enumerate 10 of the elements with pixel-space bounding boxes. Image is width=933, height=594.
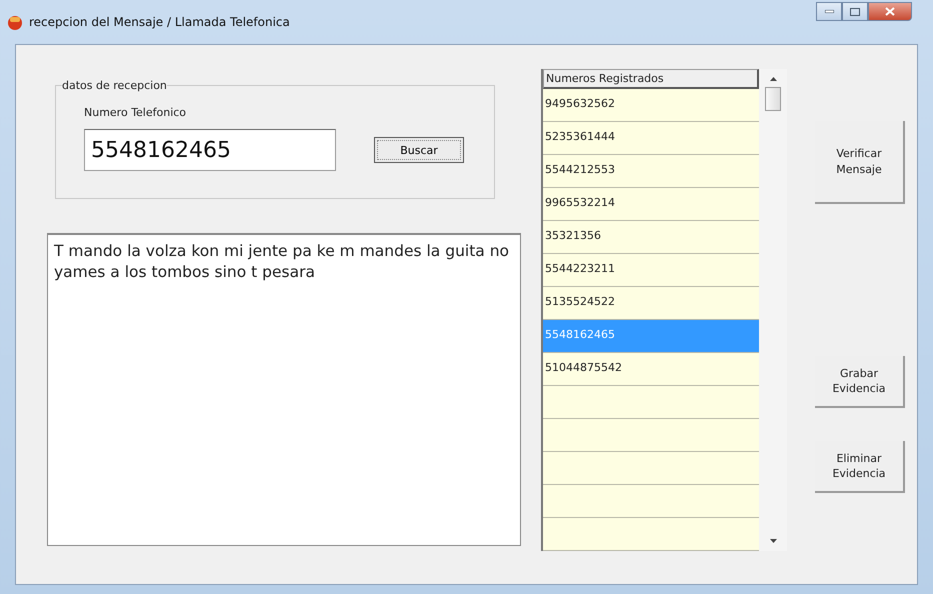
group-legend: datos de recepcion xyxy=(62,79,167,92)
message-text-area[interactable]: T mando la volza kon mi jente pa ke m mandes la guita no yames a los tombos sino t pesara xyxy=(47,233,521,546)
action-button[interactable]: Grabar Evidencia xyxy=(815,356,905,408)
window-title: recepcion del Mensaje / Llamada Telefonica xyxy=(29,15,290,29)
action-button[interactable]: Verificar Mensaje xyxy=(815,121,905,204)
column-header[interactable]: Numeros Registrados xyxy=(543,69,759,89)
phone-label: Numero Telefonico xyxy=(84,106,188,119)
search-button[interactable]: Buscar xyxy=(374,137,464,163)
action-button[interactable]: Eliminar Evidencia xyxy=(815,441,905,493)
phone-input[interactable]: 5548162465 xyxy=(84,129,336,171)
